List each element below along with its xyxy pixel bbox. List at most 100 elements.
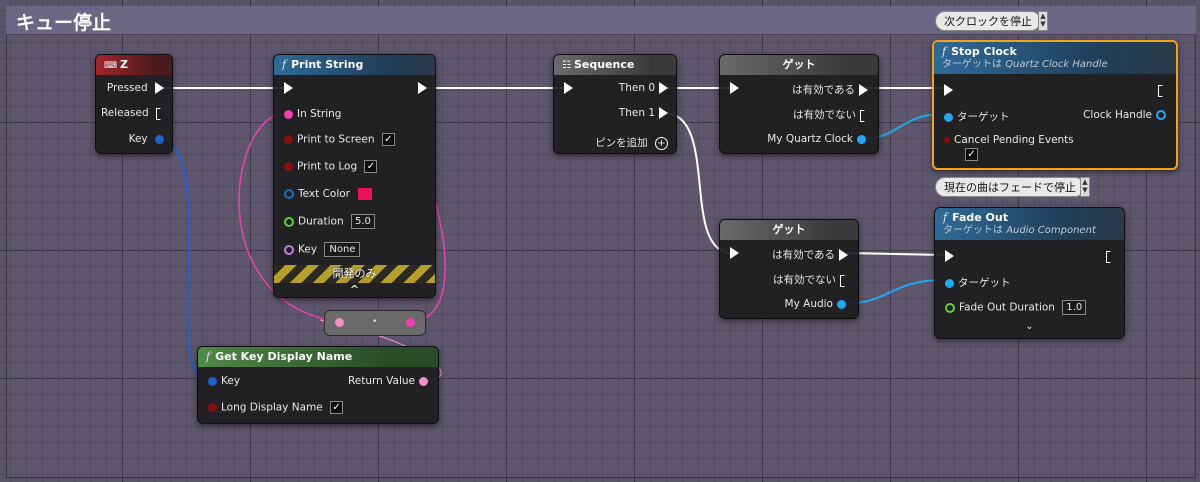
key-name-input[interactable]: None xyxy=(324,242,361,257)
node-get-key-header[interactable]: f Get Key Display Name xyxy=(198,347,438,367)
exec-out-hollow-icon[interactable] xyxy=(1106,251,1114,261)
node-get-audio[interactable]: ゲット は有効である は有効でない My Audio xyxy=(719,219,859,319)
struct-pin-icon[interactable] xyxy=(284,189,294,199)
pin-get2-exec-in[interactable] xyxy=(730,247,739,259)
pin-print-to-log[interactable]: Print to Log ✓ xyxy=(284,160,378,173)
print-to-log-checkbox[interactable]: ✓ xyxy=(364,160,378,173)
node-fade-out-header[interactable]: f Fade Out ターゲットは Audio Component xyxy=(935,208,1124,240)
pin-my-audio[interactable]: My Audio xyxy=(785,298,846,310)
exec-out-hollow-icon[interactable] xyxy=(840,275,848,285)
pin-my-quartz-clock[interactable]: My Quartz Clock xyxy=(767,133,866,145)
object-pin-icon[interactable] xyxy=(857,134,866,144)
expand-chevron-icon[interactable]: ^ xyxy=(274,283,435,296)
pin-fade-out-duration[interactable]: Fade Out Duration 1.0 xyxy=(945,300,1087,315)
pin-in-string[interactable]: In String xyxy=(284,108,341,120)
string-pin-icon[interactable] xyxy=(284,109,293,119)
bool-pin-icon[interactable] xyxy=(284,162,293,171)
plus-circle-icon[interactable]: + xyxy=(655,136,668,150)
pin-clock-handle[interactable]: Clock Handle xyxy=(1083,109,1166,121)
pin-exec-out[interactable] xyxy=(418,82,427,94)
object-pin-icon[interactable] xyxy=(837,299,846,309)
node-z-header[interactable]: ⌨ Z xyxy=(96,55,172,75)
pin-print-to-screen[interactable]: Print to Screen ✓ xyxy=(284,133,395,146)
bool-pin-icon[interactable] xyxy=(944,137,950,143)
pin-fade-target[interactable]: ターゲット xyxy=(945,275,1011,290)
cancel-pending-events-checkbox[interactable]: ✓ xyxy=(965,148,978,161)
exec-in-icon[interactable] xyxy=(945,250,954,262)
node-sequence-header[interactable]: ☷ Sequence xyxy=(554,55,676,75)
fade-out-duration-input[interactable]: 1.0 xyxy=(1062,300,1087,315)
pin-text-color[interactable]: Text Color xyxy=(284,187,374,201)
pin-cancel-pending-events[interactable]: Cancel Pending Events xyxy=(944,134,1074,146)
node-z-event[interactable]: ⌨ Z Pressed Released Key xyxy=(95,54,173,154)
exec-out-hollow-icon[interactable] xyxy=(1158,85,1166,95)
fade-out-comment-bubble[interactable]: 現在の曲はフェードで停止 xyxy=(935,177,1085,197)
node-sequence[interactable]: ☷ Sequence Then 0 Then 1 ピンを追加 + xyxy=(553,54,677,154)
string-input-icon[interactable] xyxy=(335,318,344,327)
object-pin-icon[interactable] xyxy=(945,278,954,288)
long-display-name-checkbox[interactable]: ✓ xyxy=(330,401,344,414)
node-get2-header[interactable]: ゲット xyxy=(720,220,858,240)
exec-out-icon[interactable] xyxy=(155,82,164,94)
object-pin-icon[interactable] xyxy=(944,112,953,122)
exec-out-icon[interactable] xyxy=(418,82,427,94)
exec-out-icon[interactable] xyxy=(859,84,868,96)
node-print-string-header[interactable]: f Print String xyxy=(274,55,435,75)
pin-long-display-name[interactable]: Long Display Name ✓ xyxy=(208,401,344,414)
pin-key-name[interactable]: Key None xyxy=(284,242,361,257)
node-get-quartz-clock[interactable]: ゲット は有効である は有効でない My Quartz Clock xyxy=(719,54,879,154)
pin-get1-exec-in[interactable] xyxy=(730,82,739,94)
reroute-node[interactable]: • xyxy=(324,310,426,336)
exec-out-hollow-icon[interactable] xyxy=(860,110,868,120)
pin-then-0[interactable]: Then 0 xyxy=(619,82,668,94)
pin-stop-exec-in[interactable] xyxy=(944,84,953,96)
node-get-key-display-name[interactable]: f Get Key Display Name Key Return Value L… xyxy=(197,346,439,424)
pin-seq-exec-in[interactable] xyxy=(564,82,573,94)
exec-in-icon[interactable] xyxy=(284,82,293,94)
bubble-pin-toggle-icon[interactable]: ▲ ▼ xyxy=(1038,11,1048,31)
exec-in-icon[interactable] xyxy=(730,247,739,259)
pin-duration[interactable]: Duration 5.0 xyxy=(284,214,375,229)
pin-get2-is-not-valid[interactable]: は有効でない xyxy=(773,272,848,287)
pin-key[interactable]: Key xyxy=(129,133,164,145)
node-stop-clock[interactable]: f Stop Clock ターゲットは Quartz Clock Handle タ… xyxy=(932,40,1178,170)
float-pin-icon[interactable] xyxy=(945,302,955,313)
add-pin-button[interactable]: ピンを追加 + xyxy=(595,135,668,150)
exec-in-icon[interactable] xyxy=(730,82,739,94)
cancel-pending-events-checkbox-wrap[interactable]: ✓ xyxy=(965,148,978,161)
exec-in-icon[interactable] xyxy=(944,84,953,96)
pin-get1-is-valid[interactable]: は有効である xyxy=(792,82,868,97)
pin-fade-exec-out[interactable] xyxy=(1106,250,1114,262)
float-pin-icon[interactable] xyxy=(284,216,294,227)
node-fade-out[interactable]: f Fade Out ターゲットは Audio Component ターゲット F… xyxy=(934,207,1125,339)
exec-out-icon[interactable] xyxy=(659,107,668,119)
chevron-down-icon[interactable]: ⌄ xyxy=(935,321,1124,332)
pin-exec-in[interactable] xyxy=(284,82,293,94)
pin-released[interactable]: Released xyxy=(101,107,164,119)
exec-out-icon[interactable] xyxy=(839,249,848,261)
name-pin-icon[interactable] xyxy=(284,244,294,255)
pin-fade-exec-in[interactable] xyxy=(945,250,954,262)
text-pin-icon[interactable] xyxy=(419,376,428,386)
pin-stop-target[interactable]: ターゲット xyxy=(944,109,1010,124)
pin-return-value[interactable]: Return Value xyxy=(348,375,428,387)
bool-pin-icon[interactable] xyxy=(208,403,217,412)
text-color-swatch[interactable] xyxy=(357,187,374,201)
pin-get1-is-not-valid[interactable]: は有効でない xyxy=(793,107,868,122)
key-pin-icon[interactable] xyxy=(155,134,164,144)
exec-out-hollow-icon[interactable] xyxy=(156,108,164,118)
node-get1-header[interactable]: ゲット xyxy=(720,55,878,75)
node-stop-clock-header[interactable]: f Stop Clock ターゲットは Quartz Clock Handle xyxy=(934,42,1176,74)
pin-key-in[interactable]: Key xyxy=(208,375,240,387)
pin-then-1[interactable]: Then 1 xyxy=(619,107,668,119)
pin-pressed[interactable]: Pressed xyxy=(107,82,164,94)
node-print-string[interactable]: f Print String In String Print to Screen … xyxy=(273,54,436,298)
key-pin-icon[interactable] xyxy=(208,376,217,386)
stop-clock-comment-bubble[interactable]: 次クロックを停止 xyxy=(935,11,1041,31)
pin-get2-is-valid[interactable]: は有効である xyxy=(772,247,848,262)
print-to-screen-checkbox[interactable]: ✓ xyxy=(381,133,395,146)
exec-out-icon[interactable] xyxy=(659,82,668,94)
duration-input[interactable]: 5.0 xyxy=(350,214,375,229)
exec-in-icon[interactable] xyxy=(564,82,573,94)
bool-pin-icon[interactable] xyxy=(284,135,293,144)
